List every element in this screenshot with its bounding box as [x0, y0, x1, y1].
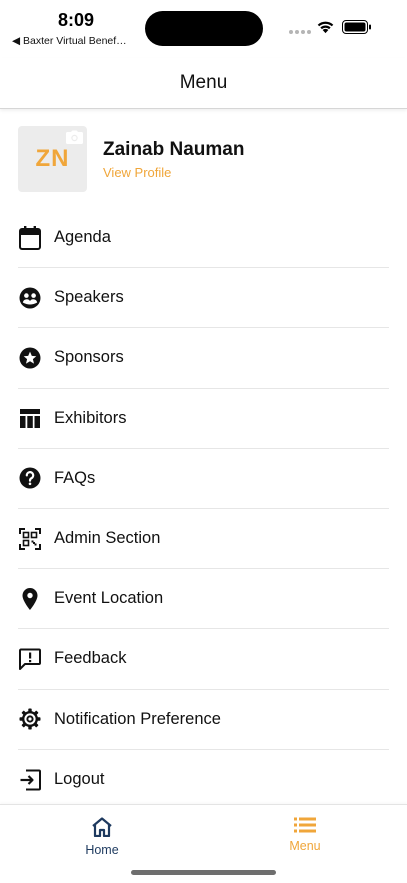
tab-menu-label: Menu	[289, 839, 321, 853]
menu-item-sponsors[interactable]: Sponsors	[18, 328, 389, 389]
profile-name: Zainab Nauman	[103, 138, 245, 160]
menu-item-event-location[interactable]: Event Location	[18, 569, 389, 630]
location-pin-icon	[18, 587, 42, 611]
battery-icon	[342, 20, 371, 34]
menu-item-label: Agenda	[54, 228, 111, 247]
menu-item-label: Notification Preference	[54, 709, 221, 728]
star-icon	[18, 346, 42, 370]
tab-home-label: Home	[85, 843, 119, 857]
menu-item-label: Logout	[54, 770, 105, 789]
camera-icon[interactable]	[66, 130, 83, 144]
home-indicator[interactable]	[131, 870, 276, 875]
gear-icon	[18, 707, 42, 731]
menu-item-feedback[interactable]: Feedback	[18, 629, 389, 690]
home-icon	[92, 817, 112, 837]
calendar-icon	[18, 225, 42, 250]
profile-card[interactable]: ZN Zainab Nauman View Profile	[18, 126, 389, 192]
status-time: 8:09	[58, 10, 95, 30]
menu-item-label: FAQs	[54, 468, 96, 487]
view-profile-link[interactable]: View Profile	[103, 165, 244, 180]
speakers-icon	[18, 286, 42, 310]
tab-home[interactable]: Home	[42, 817, 162, 857]
menu-item-label: Admin Section	[54, 529, 161, 548]
wifi-icon	[317, 21, 334, 34]
cellular-signal-icon	[289, 30, 311, 34]
table-icon	[18, 406, 42, 430]
qr-code-icon	[18, 527, 42, 551]
status-bar: 8:09 ◀ Baxter Virtual Benef…	[0, 0, 407, 58]
list-menu-icon	[294, 817, 316, 833]
tab-menu[interactable]: Menu	[245, 817, 365, 853]
back-to-app-link[interactable]: ◀ Baxter Virtual Benef…	[12, 35, 127, 47]
page-title: Menu	[179, 72, 228, 93]
question-icon	[18, 466, 42, 490]
avatar[interactable]: ZN	[18, 126, 87, 192]
menu-item-speakers[interactable]: Speakers	[18, 268, 389, 329]
header-bar: Menu	[0, 58, 407, 109]
menu-item-logout[interactable]: Logout	[18, 750, 389, 810]
menu-item-faqs[interactable]: FAQs	[18, 449, 389, 509]
feedback-icon	[18, 647, 42, 671]
menu-item-label: Event Location	[54, 589, 164, 608]
dynamic-island	[145, 11, 263, 46]
logout-icon	[18, 768, 42, 792]
menu-item-exhibitors[interactable]: Exhibitors	[18, 389, 389, 449]
profile-text: Zainab Nauman View Profile	[103, 139, 244, 180]
menu-item-admin-section[interactable]: Admin Section	[18, 509, 389, 570]
menu-item-label: Speakers	[54, 288, 124, 307]
menu-item-label: Exhibitors	[54, 408, 127, 427]
menu-item-label: Sponsors	[54, 348, 124, 367]
menu-list: Agenda Speakers Sponsors Exhibitors FAQs…	[18, 208, 389, 810]
menu-item-label: Feedback	[54, 649, 127, 668]
menu-item-agenda[interactable]: Agenda	[18, 208, 389, 269]
menu-item-notification-preference[interactable]: Notification Preference	[18, 690, 389, 750]
avatar-initials: ZN	[35, 145, 70, 172]
